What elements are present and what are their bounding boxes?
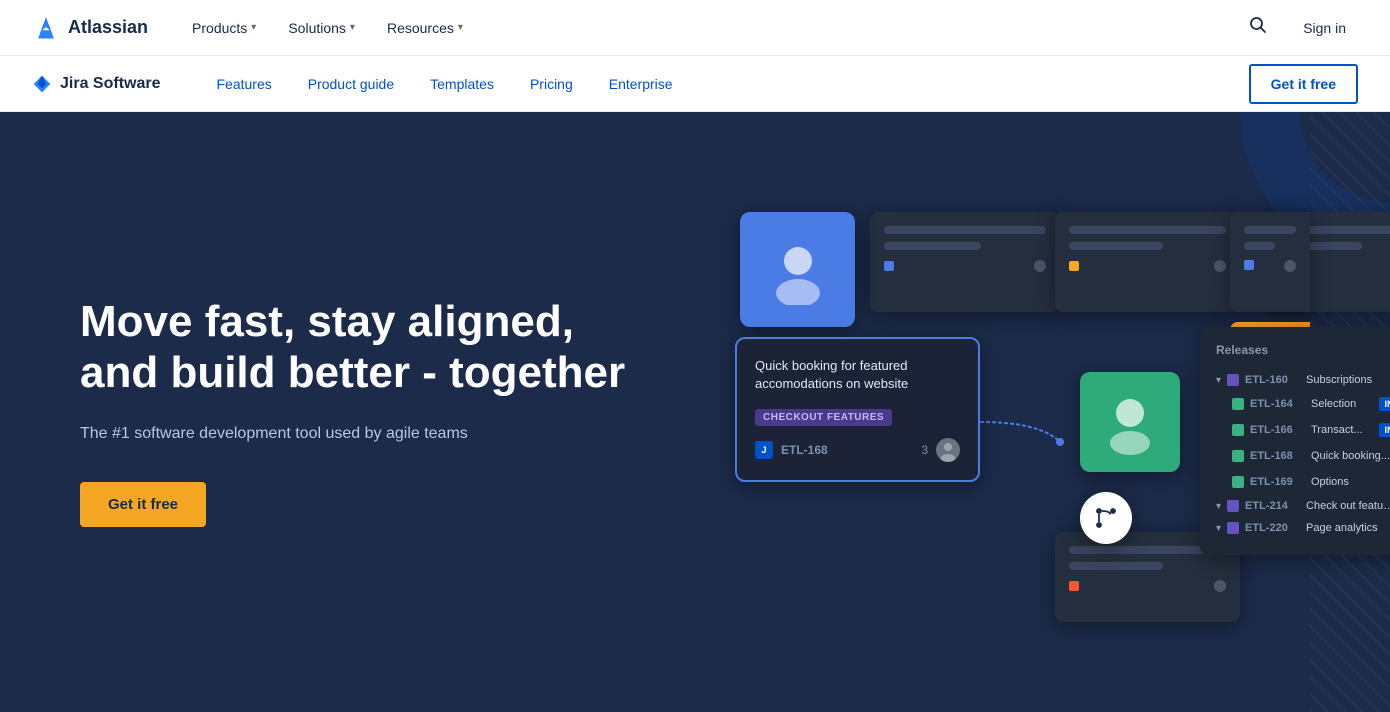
resources-chevron-icon: ▾ — [458, 22, 463, 33]
ri-id-0: ETL-160 — [1245, 374, 1300, 386]
ri-badge-2: IN PROGRESS — [1379, 423, 1390, 437]
ri-label-2: Transact... — [1311, 424, 1373, 436]
jira-product-name: Jira Software — [60, 75, 160, 93]
top-nav-links: Products ▾ Solutions ▾ Resources ▾ — [180, 12, 475, 44]
ri-id-5: ETL-214 — [1245, 500, 1300, 512]
ticket-badge: CHECKOUT FEATURES — [755, 409, 892, 426]
hero-cta-button[interactable]: Get it free — [80, 482, 206, 527]
sub-nav-links: Features Product guide Templates Pricing… — [200, 68, 688, 100]
sub-navigation: Jira Software Features Product guide Tem… — [0, 56, 1390, 112]
hero-title: Move fast, stay aligned, and build bette… — [80, 297, 660, 398]
ri-icon-3 — [1232, 450, 1244, 462]
ri-label-6: Page analytics — [1306, 522, 1390, 534]
card-line-1 — [884, 226, 1046, 234]
sign-in-button[interactable]: Sign in — [1291, 12, 1358, 44]
solutions-chevron-icon: ▾ — [350, 22, 355, 33]
releases-title: Releases — [1216, 343, 1390, 357]
atlassian-logo[interactable]: Atlassian — [32, 14, 148, 42]
ri-icon-5 — [1227, 500, 1239, 512]
hero-section: Move fast, stay aligned, and build bette… — [0, 112, 1390, 712]
get-it-free-header-button[interactable]: Get it free — [1249, 64, 1358, 104]
card-dot-orange — [1069, 581, 1079, 591]
ticket-id-icon: J — [755, 441, 773, 459]
ri-id-3: ETL-168 — [1250, 450, 1305, 462]
resources-nav-link[interactable]: Resources ▾ — [375, 12, 475, 44]
task-card-1 — [870, 212, 1060, 312]
card-line-8 — [1069, 562, 1163, 570]
ri-icon-6 — [1227, 522, 1239, 534]
atlassian-brand-name: Atlassian — [68, 17, 148, 38]
card-line-3 — [1069, 226, 1226, 234]
releases-panel: Releases ▾ ETL-160 Subscriptions ETL-164… — [1200, 327, 1390, 555]
top-nav-right: Sign in — [1241, 8, 1358, 47]
connector-arrow — [980, 402, 1100, 462]
ri-id-2: ETL-166 — [1250, 424, 1305, 436]
ticket-card: Quick booking for featured accomodations… — [735, 337, 980, 482]
ri-id-1: ETL-164 — [1250, 398, 1305, 410]
ri-label-3: Quick booking... — [1311, 450, 1390, 462]
ri-label-0: Subscriptions — [1306, 374, 1390, 386]
ri-id-4: ETL-169 — [1250, 476, 1305, 488]
products-chevron-icon: ▾ — [251, 22, 256, 33]
hero-content: Move fast, stay aligned, and build bette… — [80, 297, 660, 527]
card-footer-4 — [1069, 580, 1226, 592]
features-sub-link[interactable]: Features — [200, 68, 287, 100]
card-circle-1 — [1034, 260, 1046, 272]
card-line-2 — [884, 242, 981, 250]
products-nav-link[interactable]: Products ▾ — [180, 12, 268, 44]
card-line-4 — [1069, 242, 1163, 250]
card-footer-2 — [1069, 260, 1226, 272]
release-item-6: ▾ ETL-220 Page analytics — [1216, 517, 1390, 539]
ri-label-5: Check out features — [1306, 500, 1390, 512]
release-item-3: ETL-168 Quick booking... TO DO — [1216, 443, 1390, 469]
ri-label-4: Options — [1311, 476, 1390, 488]
release-item-5: ▾ ETL-214 Check out features — [1216, 495, 1390, 517]
top-nav-left: Atlassian Products ▾ Solutions ▾ Resourc… — [32, 12, 475, 44]
sub-nav-left: Jira Software Features Product guide Tem… — [32, 68, 689, 100]
templates-sub-link[interactable]: Templates — [414, 68, 510, 100]
search-button[interactable] — [1241, 8, 1275, 47]
card-dot-blue — [884, 261, 894, 271]
partial-circle — [1284, 260, 1296, 272]
card-dot-yellow — [1069, 261, 1079, 271]
git-icon — [1080, 492, 1132, 544]
solutions-nav-link[interactable]: Solutions ▾ — [276, 12, 367, 44]
hero-visual: Quick booking for featured accomodations… — [700, 172, 1310, 652]
pricing-sub-link[interactable]: Pricing — [514, 68, 589, 100]
ticket-title: Quick booking for featured accomodations… — [755, 357, 960, 393]
release-item-2: ETL-166 Transact... IN PROGRESS — [1216, 417, 1390, 443]
avatar-card-blue — [740, 212, 855, 327]
ri-icon-4 — [1232, 476, 1244, 488]
partial-card-right — [1230, 212, 1310, 312]
enterprise-sub-link[interactable]: Enterprise — [593, 68, 689, 100]
release-item-1: ETL-164 Selection IN PROGRESS — [1216, 391, 1390, 417]
ri-icon-0 — [1227, 374, 1239, 386]
ri-badge-1: IN PROGRESS — [1379, 397, 1390, 411]
ri-icon-2 — [1232, 424, 1244, 436]
ticket-footer: J ETL-168 3 — [755, 438, 960, 462]
product-guide-sub-link[interactable]: Product guide — [292, 68, 410, 100]
jira-logo: Jira Software — [32, 74, 160, 94]
top-navigation: Atlassian Products ▾ Solutions ▾ Resourc… — [0, 0, 1390, 56]
ticket-count: 3 — [921, 443, 928, 457]
ticket-avatar — [936, 438, 960, 462]
partial-dot — [1244, 260, 1254, 270]
ri-label-1: Selection — [1311, 398, 1373, 410]
hero-subtitle: The #1 software development tool used by… — [80, 422, 660, 446]
release-item-0: ▾ ETL-160 Subscriptions — [1216, 369, 1390, 391]
card-circle-4 — [1214, 580, 1226, 592]
ri-icon-1 — [1232, 398, 1244, 410]
task-card-2 — [1055, 212, 1240, 312]
card-circle-2 — [1214, 260, 1226, 272]
release-item-4: ETL-169 Options TO DO — [1216, 469, 1390, 495]
ticket-id: ETL-168 — [781, 443, 828, 457]
ri-id-6: ETL-220 — [1245, 522, 1300, 534]
card-footer-1 — [884, 260, 1046, 272]
